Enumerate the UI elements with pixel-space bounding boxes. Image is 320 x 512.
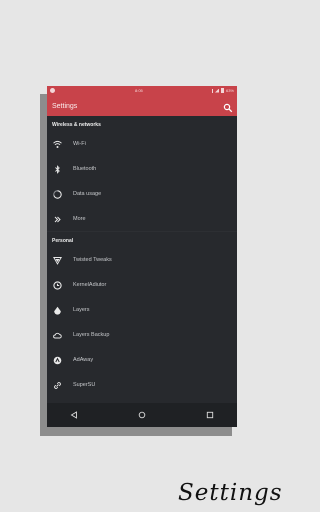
settings-item-label: Layers Backup xyxy=(73,332,110,338)
status-time: 8:05 xyxy=(135,88,143,93)
settings-item-label: Layers xyxy=(73,307,90,313)
settings-item-bluetooth[interactable]: Bluetooth xyxy=(47,157,237,182)
recents-icon[interactable] xyxy=(206,411,214,419)
supersu-icon xyxy=(54,382,61,389)
notification-icon xyxy=(50,88,55,93)
settings-item-label: Bluetooth xyxy=(73,166,97,172)
status-icons: 63% xyxy=(211,88,234,93)
settings-list: Wireless & networks Wi-Fi Bluetooth Data… xyxy=(47,116,237,403)
settings-item-kernel-adiutor[interactable]: KernelAdiutor xyxy=(47,273,237,298)
settings-item-supersu[interactable]: SuperSU xyxy=(47,373,237,398)
phone-screen: 8:05 63% Settings Wireless & networks Wi… xyxy=(47,86,237,427)
settings-item-twisted-tweaks[interactable]: Twisted Tweaks xyxy=(47,248,237,273)
data-usage-icon xyxy=(53,190,62,199)
back-icon[interactable] xyxy=(70,411,78,419)
settings-item-label: SuperSU xyxy=(73,382,96,388)
settings-item-label: KernelAdiutor xyxy=(73,282,107,288)
settings-item-data-usage[interactable]: Data usage xyxy=(47,182,237,207)
group-header: Personal xyxy=(52,238,74,244)
layers-icon xyxy=(54,306,61,315)
caption-text: Settings xyxy=(178,480,283,506)
battery-icon xyxy=(220,88,224,93)
bluetooth-status-icon xyxy=(211,88,213,93)
settings-item-label: More xyxy=(73,216,86,222)
group-header: Wireless & networks xyxy=(52,122,101,128)
settings-item-label: Wi-Fi xyxy=(73,141,86,147)
more-icon xyxy=(54,216,61,223)
battery-level: 63% xyxy=(225,88,234,93)
settings-item-label: Data usage xyxy=(73,191,102,197)
home-icon[interactable] xyxy=(138,411,146,419)
settings-item-adaway[interactable]: AdAway xyxy=(47,348,237,373)
twisted-tweaks-icon xyxy=(53,257,62,265)
group-wireless-networks: Wireless & networks Wi-Fi Bluetooth Data… xyxy=(47,116,237,231)
page-title: Settings xyxy=(52,103,78,110)
settings-item-layers-backup[interactable]: Layers Backup xyxy=(47,323,237,348)
search-icon[interactable] xyxy=(223,103,233,113)
settings-item-label: Twisted Tweaks xyxy=(73,257,112,263)
settings-item-wifi[interactable]: Wi-Fi xyxy=(47,132,237,157)
signal-icon xyxy=(214,88,219,93)
kernel-adiutor-icon xyxy=(53,281,62,290)
wifi-icon xyxy=(53,140,62,148)
bluetooth-icon xyxy=(55,165,60,174)
settings-item-layers[interactable]: Layers xyxy=(47,298,237,323)
status-bar: 8:05 63% xyxy=(47,86,237,95)
navigation-bar xyxy=(47,403,237,427)
adaway-icon xyxy=(53,356,62,365)
settings-item-more[interactable]: More xyxy=(47,207,237,232)
group-personal: Personal Twisted Tweaks KernelAdiutor La… xyxy=(47,232,237,403)
layers-backup-icon xyxy=(53,332,62,339)
settings-item-label: AdAway xyxy=(73,357,94,363)
